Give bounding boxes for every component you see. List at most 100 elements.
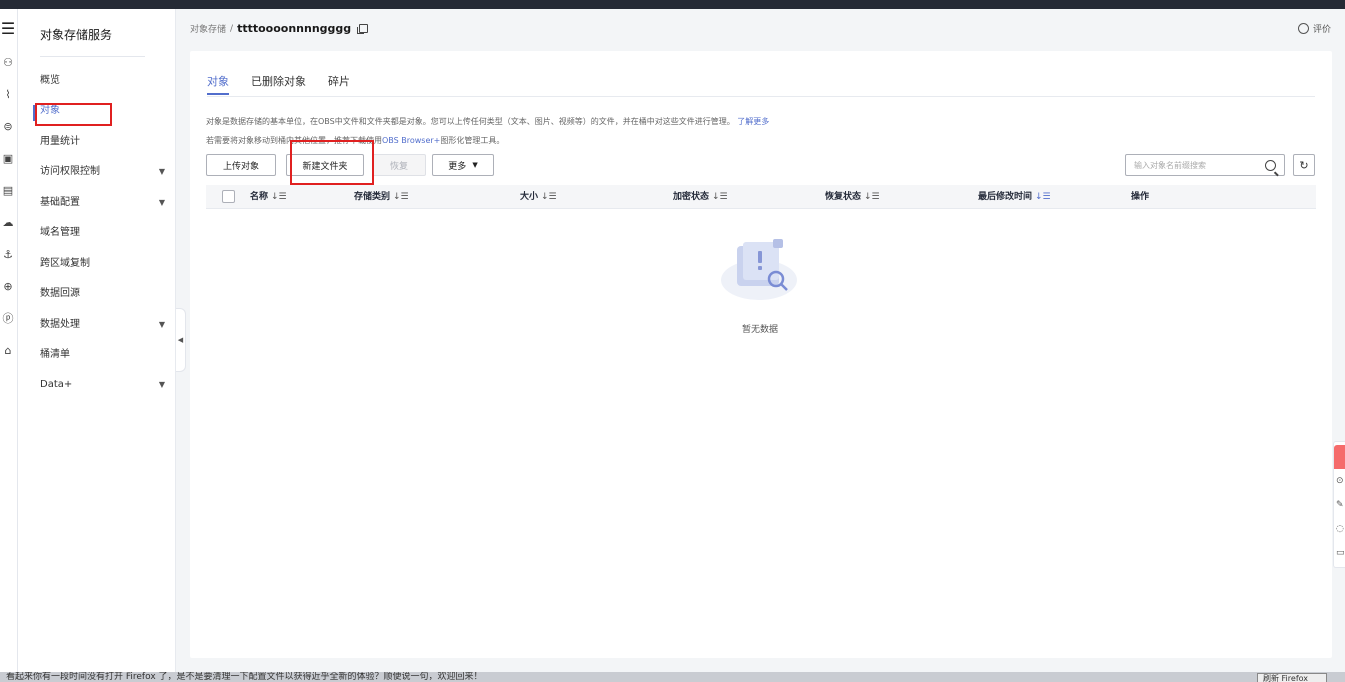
tab-objects[interactable]: 对象 <box>207 73 229 97</box>
refresh-firefox-button[interactable]: 刷新 Firefox <box>1257 673 1327 682</box>
more-button[interactable]: 更多 ▼ <box>432 154 494 176</box>
refresh-icon: ↻ <box>1299 158 1309 172</box>
sidebar-item-basic-config[interactable]: 基础配置 ▼ <box>40 194 165 212</box>
sidebar-divider <box>40 56 145 57</box>
service-icon[interactable]: ⊙ <box>1336 476 1345 488</box>
sidebar-item-label: 用量统计 <box>40 136 80 147</box>
box-icon[interactable]: ▣ <box>0 149 16 167</box>
select-all-checkbox[interactable] <box>222 190 235 203</box>
learn-more-link[interactable]: 了解更多 <box>737 117 769 126</box>
obs-browser-link[interactable]: OBS Browser+ <box>382 136 440 145</box>
sort-icon[interactable]: ↓☰ <box>1035 192 1051 202</box>
database-icon[interactable]: ⊜ <box>0 117 16 135</box>
caret-down-icon: ▼ <box>158 167 165 176</box>
column-label: 最后修改时间 <box>978 192 1033 202</box>
upload-object-button[interactable]: 上传对象 <box>206 154 276 176</box>
notification-text: 看起来你有一段时间没有打开 Firefox 了，是不是要清理一下配置文件以获得近… <box>6 672 483 682</box>
sidebar-item-data-processing[interactable]: 数据处理 ▼ <box>40 316 165 334</box>
column-storage-class[interactable]: 存储类别 ↓☰ <box>354 185 409 209</box>
description-line-1: 对象是数据存储的基本单位，在OBS中文件和文件夹都是对象。您可以上传任何类型（文… <box>206 116 769 127</box>
cloud-outline-icon[interactable]: ☁ <box>0 213 16 231</box>
search-icon[interactable] <box>1265 160 1276 171</box>
sidebar-item-usage[interactable]: 用量统计 <box>40 133 165 151</box>
feedback-tab[interactable] <box>1334 445 1345 469</box>
column-encryption[interactable]: 加密状态 ↓☰ <box>673 185 728 209</box>
sidebar-item-label: 域名管理 <box>40 227 80 238</box>
caret-down-icon: ▼ <box>158 320 165 329</box>
sort-icon[interactable]: ↓☰ <box>393 192 409 202</box>
column-label: 大小 <box>520 192 539 202</box>
breadcrumb-root[interactable]: 对象存储 <box>190 22 226 35</box>
sidebar-item-label: 数据处理 <box>40 319 80 330</box>
chevron-left-icon: ◀ <box>177 336 184 344</box>
bucket-name: ttttoooonnnngggg <box>237 22 352 35</box>
tab-deleted-objects[interactable]: 已删除对象 <box>251 73 306 97</box>
caret-down-icon: ▼ <box>472 161 478 169</box>
breadcrumb-separator: / <box>230 23 234 34</box>
copy-icon[interactable] <box>357 24 369 34</box>
empty-state-icon <box>721 239 797 300</box>
caret-down-icon: ▼ <box>158 198 165 207</box>
column-label: 加密状态 <box>673 192 710 202</box>
sidebar-item-label: 访问权限控制 <box>40 166 100 177</box>
sort-icon[interactable]: ↓☰ <box>271 192 287 202</box>
highlight-objects-menu <box>35 103 112 126</box>
description-text: 图形化管理工具。 <box>440 136 505 145</box>
tab-fragments[interactable]: 碎片 <box>328 73 350 97</box>
service-title: 对象存储服务 <box>40 28 113 42</box>
table-header: 名称 ↓☰ 存储类别 ↓☰ 大小 ↓☰ 加密状态 ↓☰ 恢复状态 ↓☰ 最后修改时间 ↓☰ … <box>206 185 1316 209</box>
sort-icon[interactable]: ↓☰ <box>541 192 557 202</box>
sidebar-item-overview[interactable]: 概览 <box>40 72 165 90</box>
column-size[interactable]: 大小 ↓☰ <box>520 185 557 209</box>
restore-button[interactable]: 恢复 <box>372 154 426 176</box>
anchor-icon[interactable]: ⚓ <box>0 245 16 263</box>
help-icon[interactable]: ◌ <box>1336 524 1345 536</box>
sidebar-collapse-handle[interactable]: ◀ <box>176 308 186 372</box>
menu-icon[interactable]: ☰ <box>0 19 16 38</box>
note-icon[interactable]: ▭ <box>1336 548 1345 560</box>
refresh-button[interactable]: ↻ <box>1293 154 1315 176</box>
column-actions: 操作 <box>1131 185 1149 209</box>
sidebar-item-label: 概览 <box>40 75 60 86</box>
sidebar-item-label: 数据回源 <box>40 288 80 299</box>
sort-icon[interactable]: ↓☰ <box>864 192 880 202</box>
sort-icon[interactable]: ↓☰ <box>712 192 728 202</box>
sidebar-item-back-to-source[interactable]: 数据回源 <box>40 285 165 303</box>
search-input[interactable]: 输入对象名前缀搜索 <box>1125 154 1285 176</box>
tabs-divider <box>207 96 1315 97</box>
empty-state-text: 暂无数据 <box>741 325 778 335</box>
smile-icon <box>1297 23 1309 34</box>
search-placeholder: 输入对象名前缀搜索 <box>1134 160 1206 170</box>
column-restore-status[interactable]: 恢复状态 ↓☰ <box>825 185 880 209</box>
top-bar <box>0 0 1345 9</box>
document-icon[interactable]: ▤ <box>0 181 16 199</box>
chart-icon[interactable]: ⌇ <box>0 85 16 103</box>
caret-down-icon: ▼ <box>158 380 165 389</box>
sidebar-item-domain[interactable]: 域名管理 <box>40 224 165 242</box>
sidebar-item-access-control[interactable]: 访问权限控制 ▼ <box>40 163 165 181</box>
column-name[interactable]: 名称 ↓☰ <box>250 185 287 209</box>
cloud-icon[interactable]: ⚇ <box>0 53 16 71</box>
rate-button[interactable]: 评价 <box>1297 22 1331 35</box>
more-label: 更多 <box>448 161 467 172</box>
sidebar-item-data-plus[interactable]: Data+ ▼ <box>40 376 165 394</box>
edit-icon[interactable]: ✎ <box>1336 500 1345 512</box>
ip-icon[interactable]: ⓟ <box>0 309 16 327</box>
highlight-new-folder <box>290 140 374 185</box>
sidebar-item-label: 跨区域复制 <box>40 258 90 269</box>
globe-icon[interactable]: ⊕ <box>0 277 16 295</box>
breadcrumb: 对象存储 / ttttoooonnnngggg <box>190 22 369 35</box>
rate-label: 评价 <box>1312 25 1331 35</box>
sidebar-item-inventory[interactable]: 桶清单 <box>40 346 165 364</box>
column-label: 恢复状态 <box>825 192 862 202</box>
column-last-modified[interactable]: 最后修改时间 ↓☰ <box>978 185 1051 209</box>
sidebar-item-label: 基础配置 <box>40 197 80 208</box>
column-label: 名称 <box>250 192 269 202</box>
tab-bar: 对象 已删除对象 碎片 <box>207 73 350 97</box>
sidebar-item-cross-region[interactable]: 跨区域复制 <box>40 255 165 273</box>
sidebar-item-label: Data+ <box>40 379 73 390</box>
column-label: 操作 <box>1131 192 1150 202</box>
description-text: 对象是数据存储的基本单位，在OBS中文件和文件夹都是对象。您可以上传任何类型（文… <box>206 117 735 126</box>
home-icon[interactable]: ⌂ <box>0 341 16 359</box>
service-icon-rail: ☰ ⚇ ⌇ ⊜ ▣ ▤ ☁ ⚓ ⊕ ⓟ ⌂ <box>0 9 18 672</box>
